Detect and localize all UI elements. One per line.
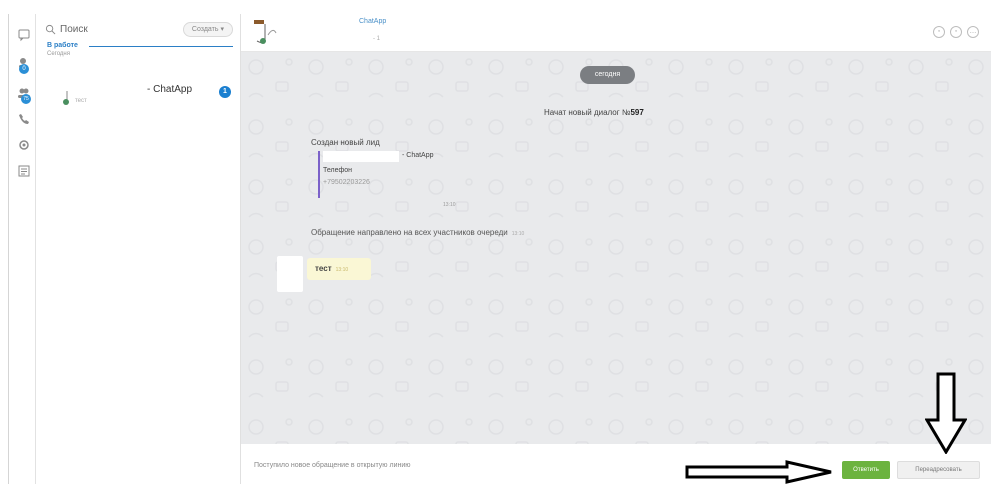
reply-button[interactable]: Ответить xyxy=(842,461,890,479)
phone-icon[interactable] xyxy=(17,112,31,126)
lead-name: - ChatApp xyxy=(402,152,434,159)
create-button[interactable]: Создать ▾ xyxy=(182,22,233,37)
dialog-number: 597 xyxy=(630,108,644,117)
system-message: Обращение направлено на всех участников … xyxy=(311,228,524,237)
annotation-arrow-right-icon xyxy=(685,460,832,484)
chat-application: 0 75 Поиск Создать ▾ В работе Сегодня - … xyxy=(0,0,991,484)
chat-list-panel: Поиск Создать ▾ В работе Сегодня - ChatA… xyxy=(37,14,241,484)
header-actions: ◦ ◦ … xyxy=(933,26,979,38)
annotation-arrow-down-icon xyxy=(925,372,967,454)
incoming-message: тест 13:10 xyxy=(307,258,371,280)
route-message-text: Обращение направлено на всех участников … xyxy=(311,228,508,237)
gear-icon[interactable] xyxy=(17,138,31,152)
system-message: Начат новый диалог №597 xyxy=(544,108,644,117)
list-item[interactable]: - ChatApp тест 1 xyxy=(37,76,240,118)
chat-subtitle: - 1 xyxy=(373,36,381,42)
unread-counter-badge: 1 xyxy=(219,86,231,98)
message-feed: сегодня Начат новый диалог №597 Создан н… xyxy=(241,52,991,444)
search-placeholder: Поиск xyxy=(60,23,88,35)
group-subtitle: Сегодня xyxy=(47,51,70,57)
date-separator: сегодня xyxy=(580,66,635,84)
lead-phone-label: Телефон xyxy=(323,167,353,174)
redacted-field xyxy=(323,151,399,162)
group-divider xyxy=(89,46,233,47)
list-icon[interactable] xyxy=(17,164,31,178)
chat-item-name: - ChatApp xyxy=(147,84,193,95)
rail-badge-count: 0 xyxy=(19,64,29,74)
message-time: 13:10 xyxy=(335,267,349,273)
settings-icon[interactable]: ◦ xyxy=(950,26,962,38)
chat-item-preview: тест xyxy=(75,98,87,104)
system-message-text: Начат новый диалог № xyxy=(544,108,631,117)
lead-phone[interactable]: +79502203226 xyxy=(323,179,370,186)
left-navigation-rail: 0 75 xyxy=(8,14,36,484)
lead-created-title: Создан новый лид xyxy=(311,138,380,147)
message-time: 13:10 xyxy=(511,231,525,237)
chevron-down-icon: ▾ xyxy=(220,26,224,33)
search-icon[interactable]: ◦ xyxy=(933,26,945,38)
footer-notice: Поступило новое обращение в открытую лин… xyxy=(254,462,411,469)
create-button-label: Создать xyxy=(191,26,219,33)
avatar[interactable] xyxy=(253,19,277,47)
chat-footer: Поступило новое обращение в открытую лин… xyxy=(241,444,991,484)
chat-window: ChatApp - 1 ◦ ◦ … сегодня Начат новый ди… xyxy=(241,14,991,484)
chat-icon[interactable] xyxy=(17,28,31,42)
more-icon[interactable]: … xyxy=(967,26,979,38)
group-title[interactable]: В работе xyxy=(47,42,78,49)
message-time: 13:10 xyxy=(443,202,456,208)
chat-title[interactable]: ChatApp xyxy=(359,18,386,25)
lead-card[interactable]: - ChatApp Телефон +79502203226 xyxy=(318,151,458,198)
search-icon xyxy=(45,24,56,34)
search-field[interactable]: Поиск xyxy=(45,22,165,36)
avatar xyxy=(63,91,69,105)
chat-header: ChatApp - 1 ◦ ◦ … xyxy=(241,14,991,52)
forward-button[interactable]: Переадресовать xyxy=(897,461,980,479)
incoming-message-text: тест xyxy=(315,264,332,273)
rail-badge-count: 75 xyxy=(21,94,31,104)
avatar xyxy=(277,256,303,292)
